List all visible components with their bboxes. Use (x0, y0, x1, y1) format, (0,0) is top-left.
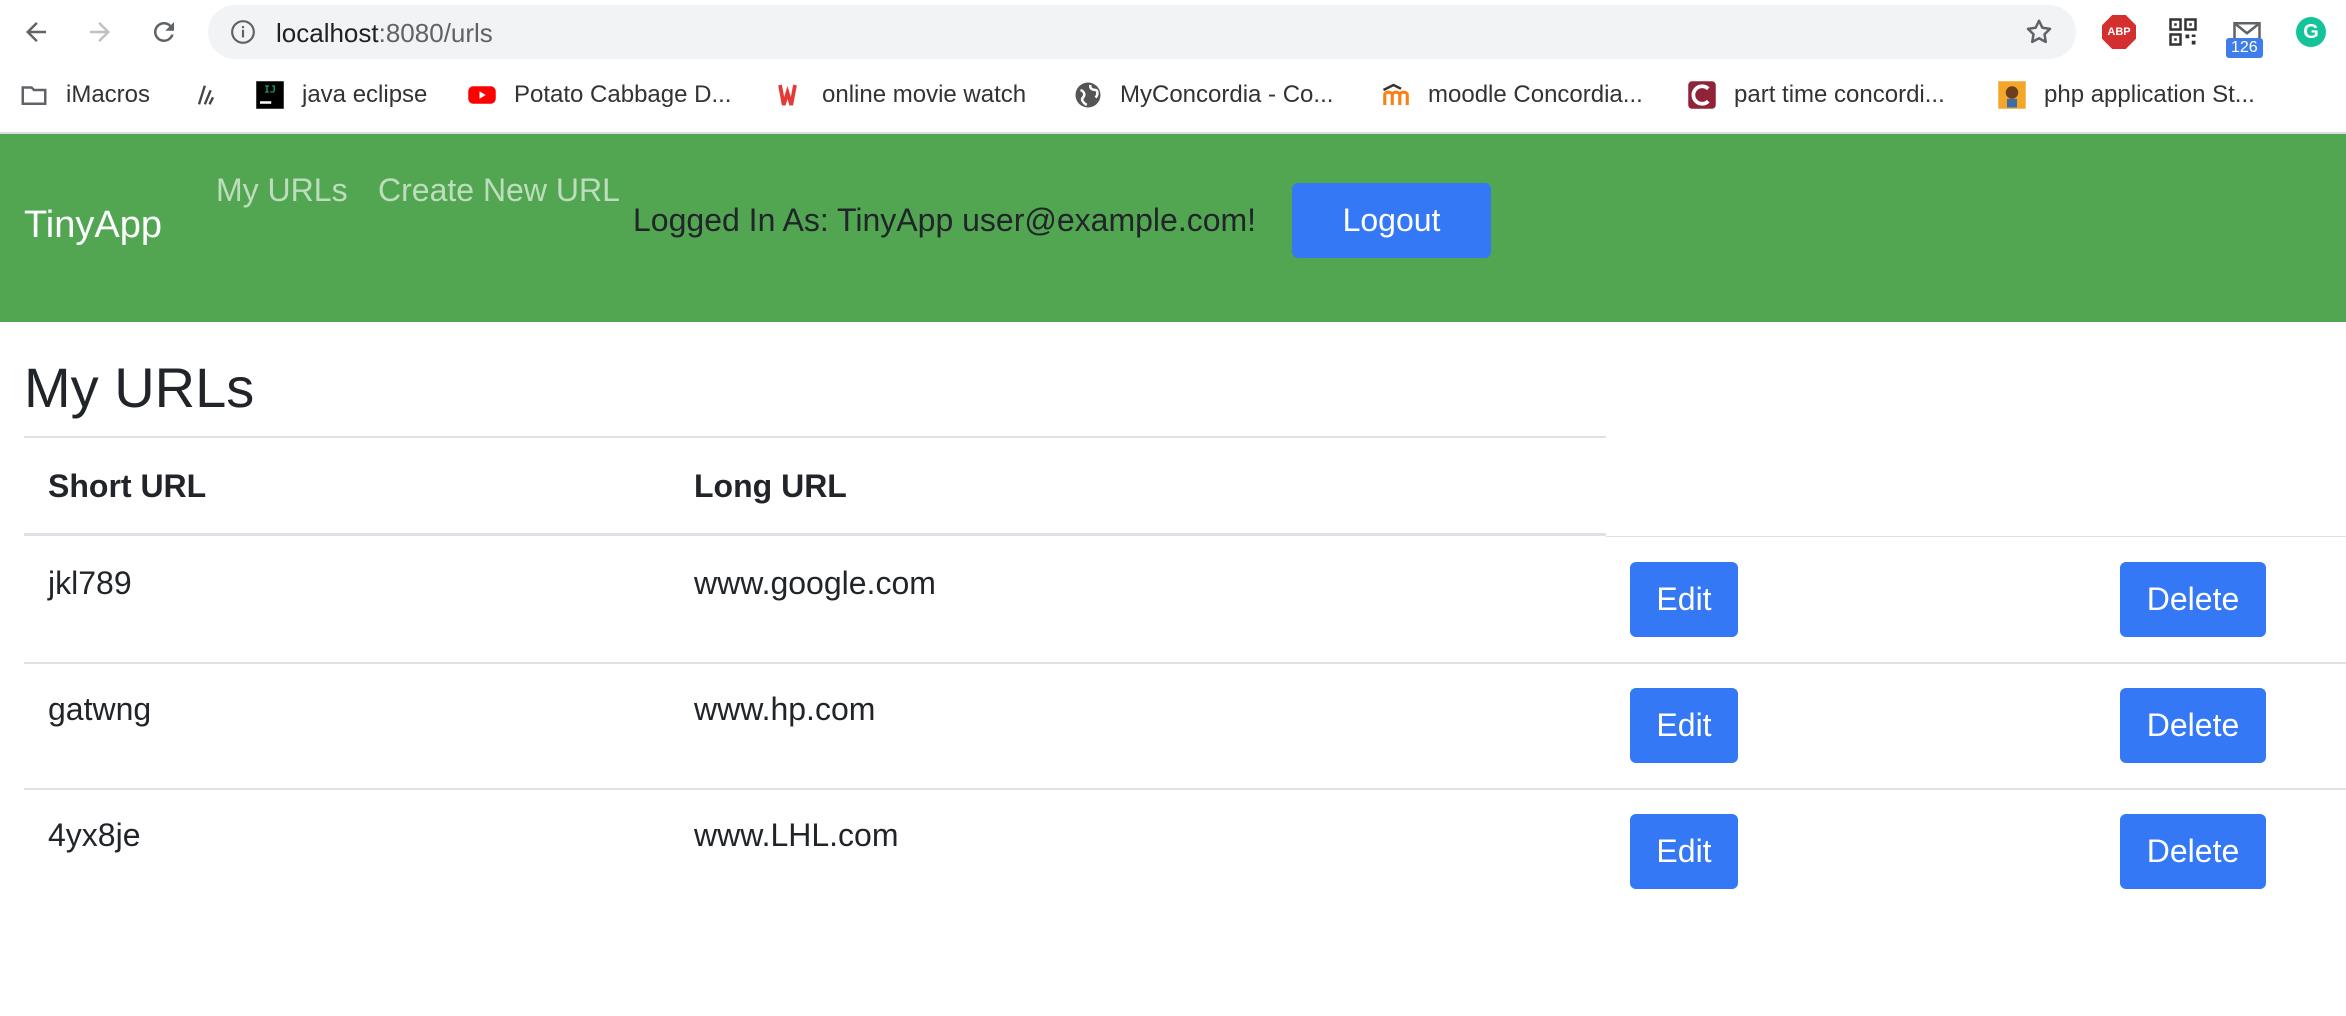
app-navbar: TinyApp My URLs Create New URL Logged In… (0, 134, 2346, 322)
page-title: My URLs (24, 356, 255, 419)
column-header-long-url: Long URL (694, 468, 847, 504)
bookmark-java-eclipse[interactable]: IJ java eclipse (254, 78, 427, 112)
nav-link-my-urls[interactable]: My URLs (216, 172, 348, 209)
short-url-cell[interactable]: jkl789 (48, 565, 132, 602)
bookmark-label: java eclipse (302, 81, 428, 108)
bookmark-unnamed[interactable] (190, 78, 238, 112)
long-url-cell: www.LHL.com (694, 817, 899, 853)
nav-link-create-new-url[interactable]: Create New URL (378, 172, 620, 209)
long-url-cell: www.google.com (694, 565, 936, 601)
short-url-cell[interactable]: 4yx8je (48, 817, 141, 854)
edit-button[interactable]: Edit (1630, 688, 1738, 763)
logged-in-text: Logged In As: TinyApp user@example.com! (633, 202, 1257, 238)
reload-icon (153, 21, 174, 42)
bookmark-label: Potato Cabbage D... (514, 81, 732, 108)
short-url-cell[interactable]: gatwng (48, 691, 151, 728)
browser-toolbar: localhost:8080/urls ABP 126 G (0, 0, 2346, 64)
table-row: gatwng www.hp.com Edit Delete (0, 664, 2346, 790)
forward-arrow-icon (90, 22, 110, 42)
bookmark-label: online movie watch (822, 81, 1027, 108)
bookmark-php-application[interactable]: php application St... (1996, 78, 2255, 112)
bookmark-label: MyConcordia - Co... (1120, 81, 1334, 108)
bookmark-label: part time concordi... (1734, 81, 1945, 108)
adblock-extension[interactable]: ABP (2102, 15, 2136, 49)
url-text: localhost:8080/urls (276, 18, 493, 49)
bookmark-icon (190, 79, 222, 111)
address-bar[interactable]: localhost:8080/urls (208, 5, 2076, 59)
bookmark-part-time-concordia[interactable]: part time concordi... (1686, 78, 1945, 112)
info-icon[interactable] (230, 19, 256, 45)
url-host: localhost (276, 18, 379, 48)
adblock-icon: ABP (2102, 15, 2136, 49)
concordia-icon (1686, 79, 1718, 111)
forward-button[interactable] (80, 12, 120, 52)
mail-count-badge: 126 (2226, 38, 2263, 58)
back-arrow-icon (26, 22, 46, 42)
logout-button[interactable]: Logout (1292, 183, 1491, 258)
long-url-cell: www.hp.com (694, 691, 876, 727)
table-row: jkl789 www.google.com Edit Delete (0, 537, 2346, 663)
bookmark-potato-cabbage[interactable]: Potato Cabbage D... (466, 78, 731, 112)
bookmark-online-movie[interactable]: online movie watch (774, 78, 1026, 112)
back-button[interactable] (16, 12, 56, 52)
table-row: 4yx8je www.LHL.com Edit Delete (0, 790, 2346, 916)
bookmark-label: php application St... (2044, 81, 2255, 108)
qr-code-icon (2169, 18, 2197, 46)
delete-button[interactable]: Delete (2120, 814, 2266, 889)
bookmark-myconcordia[interactable]: MyConcordia - Co... (1072, 78, 1333, 112)
edit-button[interactable]: Edit (1630, 562, 1738, 637)
column-header-short-url: Short URL (48, 468, 207, 504)
url-path: :8080/urls (378, 18, 493, 48)
bookmarks-bar: iMacros IJ java eclipse Potato Cabbage D… (0, 72, 2346, 118)
folder-icon (18, 79, 50, 111)
grammarly-extension[interactable]: G (2294, 15, 2328, 49)
bookmark-moodle[interactable]: moodle Concordia... (1380, 78, 1643, 112)
edit-button[interactable]: Edit (1630, 814, 1738, 889)
globe-icon (1072, 79, 1104, 111)
delete-button[interactable]: Delete (2120, 562, 2266, 637)
moodle-icon (1380, 79, 1412, 111)
php-icon (1996, 79, 2028, 111)
youtube-icon (466, 79, 498, 111)
delete-button[interactable]: Delete (2120, 688, 2266, 763)
movie-icon (774, 79, 806, 111)
bookmark-imacros[interactable]: iMacros (18, 78, 150, 112)
bookmark-label: iMacros (66, 81, 151, 108)
svg-text:IJ: IJ (264, 85, 276, 96)
intellij-icon: IJ (254, 79, 286, 111)
reload-button[interactable] (144, 12, 184, 52)
qr-extension[interactable] (2166, 15, 2200, 49)
table-header-border (24, 533, 1606, 536)
brand-link[interactable]: TinyApp (24, 204, 162, 247)
grammarly-icon: G (2296, 17, 2326, 47)
table-top-border (24, 436, 1606, 438)
bookmark-label: moodle Concordia... (1428, 81, 1643, 108)
bookmark-star-icon[interactable] (2024, 17, 2054, 47)
